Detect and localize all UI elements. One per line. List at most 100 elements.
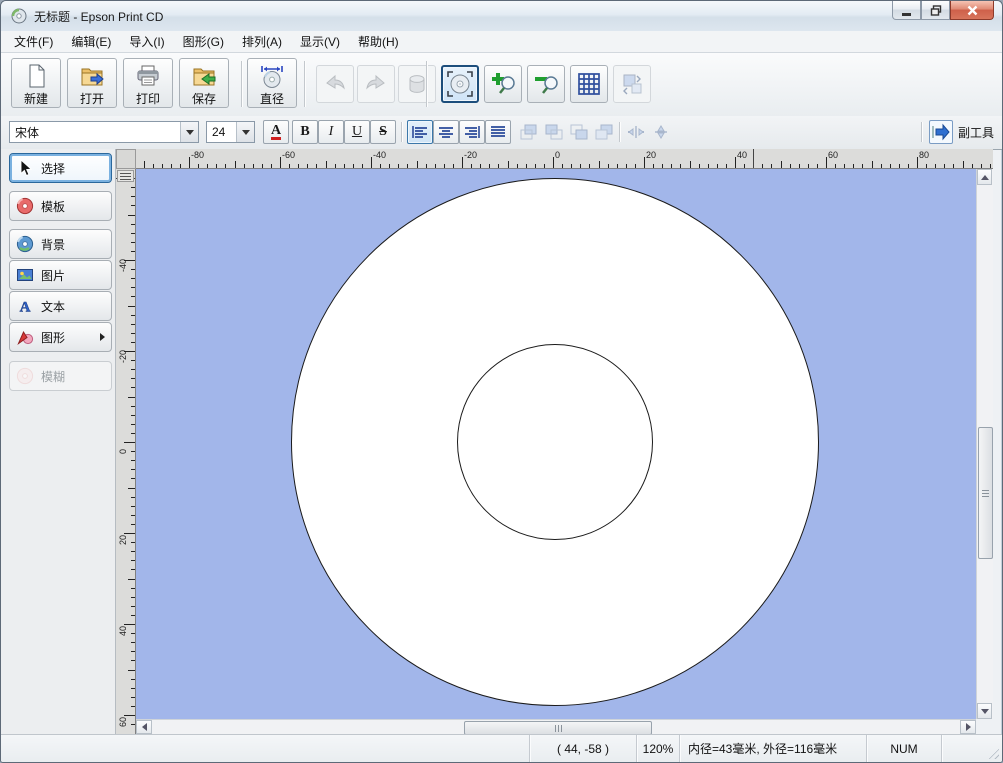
ruler-tick: [198, 164, 199, 168]
align-left-icon: [412, 125, 428, 139]
menu-import[interactable]: 导入(I): [120, 30, 173, 53]
close-icon: [967, 5, 978, 16]
ruler-label: 20: [118, 535, 128, 545]
font-family-dropdown-icon[interactable]: [180, 122, 198, 142]
sidebar-item-select[interactable]: 选择: [9, 153, 112, 183]
minimize-button[interactable]: [892, 1, 921, 20]
scroll-left-button[interactable]: [136, 720, 152, 734]
ruler-tick: [131, 679, 135, 680]
diameter-button[interactable]: 直径: [247, 58, 297, 108]
ruler-tick: [131, 633, 135, 634]
vertical-scroll-thumb[interactable]: [978, 427, 993, 559]
cd-diameter-icon: [259, 63, 285, 89]
tool-sidebar: 选择 模板 背景 图片: [1, 149, 116, 734]
font-color-button[interactable]: A: [263, 120, 289, 144]
ruler-tick: [771, 164, 772, 168]
send-backward-icon: [595, 124, 613, 140]
resize-grip[interactable]: [986, 746, 999, 759]
ruler-tick: [717, 164, 718, 168]
window-controls: [892, 1, 994, 20]
sidebar-item-image[interactable]: 图片: [9, 260, 112, 290]
sidebar-item-label: 选择: [41, 160, 65, 177]
strikethrough-button[interactable]: S: [370, 120, 396, 144]
restore-button[interactable]: [921, 1, 950, 20]
scroll-down-button[interactable]: [977, 703, 992, 719]
menu-edit[interactable]: 编辑(E): [62, 30, 120, 53]
ruler-tick: [131, 315, 135, 316]
layout-button: [613, 65, 651, 103]
sidebar-item-shape[interactable]: 图形: [9, 322, 112, 352]
ruler-tick: [131, 233, 135, 234]
scroll-up-button[interactable]: [977, 169, 992, 185]
ruler-tick: [124, 624, 135, 625]
italic-icon: I: [329, 124, 334, 140]
vertical-scrollbar[interactable]: [976, 169, 993, 719]
ruler-tick: [131, 296, 135, 297]
ruler-tick: [862, 164, 863, 168]
horizontal-scroll-thumb[interactable]: [464, 721, 652, 735]
ruler-tick: [589, 164, 590, 168]
zoom-out-button[interactable]: [527, 65, 565, 103]
align-center-button[interactable]: [433, 120, 459, 144]
ruler-label: -40: [373, 150, 386, 160]
ruler-tick: [981, 164, 982, 168]
ruler-tick: [626, 164, 627, 168]
menu-help[interactable]: 帮助(H): [349, 30, 408, 53]
menu-view[interactable]: 显示(V): [291, 30, 349, 53]
cd-inner-circle[interactable]: [457, 344, 653, 540]
bold-button[interactable]: B: [292, 120, 318, 144]
align-justify-button[interactable]: [485, 120, 511, 144]
ruler-tick: [131, 269, 135, 270]
ruler-tick: [124, 533, 135, 534]
sidebar-item-text[interactable]: A 文本: [9, 291, 112, 321]
ruler-tick: [131, 369, 135, 370]
ruler-tick: [844, 164, 845, 168]
design-canvas[interactable]: [136, 169, 976, 719]
font-family-select[interactable]: 宋体: [9, 121, 199, 143]
scroll-right-button[interactable]: [960, 720, 976, 734]
print-button[interactable]: 打印: [123, 58, 173, 108]
menu-bar: 文件(F) 编辑(E) 导入(I) 图形(G) 排列(A) 显示(V) 帮助(H…: [1, 31, 1002, 53]
align-center-icon: [438, 125, 454, 139]
horizontal-scrollbar[interactable]: [136, 719, 976, 734]
horizontal-ruler: -80-60-40-20020406080: [136, 149, 993, 169]
zoom-in-button[interactable]: [484, 65, 522, 103]
close-button[interactable]: [950, 1, 994, 20]
guide-handle[interactable]: [117, 170, 134, 182]
sidebar-item-label: 图形: [41, 329, 65, 346]
italic-button[interactable]: I: [318, 120, 344, 144]
underline-button[interactable]: U: [344, 120, 370, 144]
ruler-tick: [144, 161, 145, 168]
menu-file[interactable]: 文件(F): [5, 30, 62, 53]
ruler-tick: [899, 164, 900, 168]
new-button[interactable]: 新建: [11, 58, 61, 108]
ruler-tick: [735, 157, 736, 168]
font-size-select[interactable]: 24: [206, 121, 255, 143]
sidebar-item-template[interactable]: 模板: [9, 191, 112, 221]
open-button[interactable]: 打开: [67, 58, 117, 108]
align-right-button[interactable]: [459, 120, 485, 144]
menu-graphic[interactable]: 图形(G): [174, 30, 233, 53]
subtool-button[interactable]: 副工具: [929, 120, 994, 144]
ruler-tick: [289, 164, 290, 168]
save-button[interactable]: 保存: [179, 58, 229, 108]
ruler-label: -20: [118, 350, 128, 363]
align-left-button[interactable]: [407, 120, 433, 144]
grid-button[interactable]: [570, 65, 608, 103]
ruler-tick: [353, 164, 354, 168]
font-color-icon: A: [271, 124, 281, 140]
menu-arrange[interactable]: 排列(A): [233, 30, 291, 53]
bring-forward-icon: [570, 124, 588, 140]
sidebar-item-background[interactable]: 背景: [9, 229, 112, 259]
font-size-value: 24: [207, 125, 236, 139]
ruler-tick: [128, 215, 135, 216]
font-size-dropdown-icon[interactable]: [236, 122, 254, 142]
ruler-tick: [131, 242, 135, 243]
ruler-label: -20: [464, 150, 477, 160]
subtool-label: 副工具: [958, 124, 994, 141]
ruler-tick: [890, 164, 891, 168]
font-family-value: 宋体: [10, 124, 180, 141]
title-bar: 无标题 - Epson Print CD: [1, 1, 1002, 32]
fit-view-button[interactable]: [441, 65, 479, 103]
ruler-tick: [335, 164, 336, 168]
